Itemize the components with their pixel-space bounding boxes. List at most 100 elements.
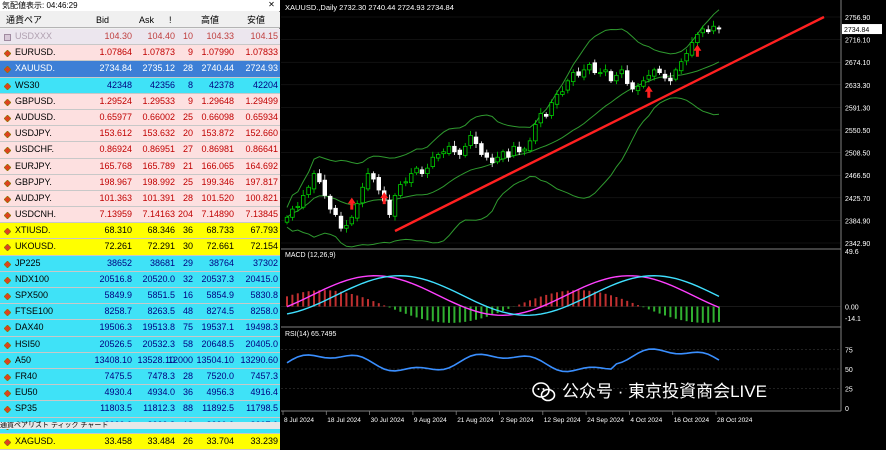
symbol-spread: 12000 — [167, 354, 193, 365]
symbol-row[interactable]: XAGUSD. 33.458 33.484 26 33.704 33.239 — [0, 433, 280, 450]
symbol-row[interactable]: AUDUSD. 0.65977 0.66002 25 0.66098 0.65934 — [0, 109, 280, 127]
symbol-row[interactable]: GBPJPY. 198.967 198.992 25 199.346 197.817 — [0, 174, 280, 191]
symbol-bid: 101.363 — [99, 192, 132, 203]
header-bid[interactable]: Bid — [96, 12, 109, 28]
symbol-name: FTSE100 — [15, 306, 54, 317]
symbol-spread: 20 — [182, 128, 193, 139]
symbol-row[interactable]: EURJPY. 165.768 165.789 21 166.065 164.692 — [0, 158, 280, 175]
candle-body — [333, 207, 338, 215]
symbol-row[interactable]: XTIUSD. 68.310 68.346 36 68.733 67.793 — [0, 223, 280, 240]
header-symbol[interactable]: 通貨ペア — [6, 12, 42, 28]
symbol-name: DAX40 — [15, 322, 44, 333]
price-chart[interactable]: XAUUSD.,Daily 2732.30 2740.44 2724.93 27… — [281, 0, 886, 429]
candle-body — [408, 173, 414, 184]
symbol-row[interactable]: NDX100 20516.8 20520.0 32 20537.3 20415.0 — [0, 271, 280, 288]
header-low[interactable]: 安値 — [247, 12, 265, 28]
symbol-diamond-icon — [3, 82, 12, 90]
symbol-row[interactable]: SP35 11803.5 11812.3 88 11892.5 11798.5 — [0, 401, 280, 418]
symbol-row[interactable]: GBPUSD. 1.29524 1.29533 9 1.29648 1.29499 — [0, 93, 280, 110]
symbol-high: 7520.0 — [206, 370, 234, 381]
symbol-name: JP225 — [15, 257, 41, 268]
symbol-row[interactable]: XAUUSD. 2734.84 2735.12 28 2740.44 2724.93 — [0, 61, 280, 78]
symbol-ask: 0.66002 — [142, 111, 175, 122]
candle-body — [603, 69, 608, 73]
header-ask[interactable]: Ask — [139, 12, 154, 28]
date-label: 24 Sep 2024 — [587, 417, 624, 424]
symbol-low: 1.29499 — [245, 95, 278, 106]
symbol-low: 164.692 — [245, 160, 278, 171]
macd-tick-label: 0.00 — [845, 305, 859, 312]
rsi-tick-label: 75 — [845, 348, 853, 355]
symbol-spread: 21 — [182, 160, 193, 171]
symbol-row[interactable]: HSI50 20526.5 20532.3 58 20648.5 20405.0 — [0, 336, 280, 353]
symbol-row[interactable]: WS30 42348 42356 8 42378 42204 — [0, 77, 280, 94]
candle-body — [527, 140, 533, 152]
symbol-row[interactable]: DAX40 19506.3 19513.8 75 19537.1 19498.3 — [0, 320, 280, 337]
symbol-spread: 75 — [182, 322, 193, 333]
symbol-name: EU50 — [15, 387, 38, 398]
symbol-bid: 19506.3 — [99, 322, 132, 333]
symbol-row[interactable]: FR40 7475.5 7478.3 28 7520.0 7457.3 — [0, 368, 280, 386]
symbol-high: 68.733 — [206, 225, 234, 236]
symbol-ask: 68.346 — [147, 225, 175, 236]
symbol-row[interactable]: USDJPY. 153.612 153.632 20 153.872 152.660 — [0, 126, 280, 143]
candle-body — [338, 215, 344, 229]
candle-body — [581, 69, 587, 78]
candle-body — [290, 208, 295, 218]
symbol-row[interactable]: USDCNH. 7.13959 7.14163 204 7.14890 7.13845 — [0, 207, 280, 224]
symbol-name: WS30 — [15, 79, 40, 90]
symbol-name: NDX100 — [15, 273, 50, 284]
symbol-row[interactable]: AUDJPY. 101.363 101.391 28 101.520 100.821 — [0, 190, 280, 208]
candle-body — [641, 80, 646, 87]
candle-body — [587, 64, 592, 71]
symbol-ask: 1.29533 — [142, 95, 175, 106]
candle-body — [473, 136, 479, 144]
header-high[interactable]: 高値 — [201, 12, 219, 28]
symbol-diamond-icon — [3, 357, 12, 366]
symbol-bid: 2734.84 — [99, 63, 132, 74]
candle-body — [328, 195, 333, 210]
candle-body — [630, 82, 635, 90]
symbol-spread: 25 — [182, 176, 193, 187]
symbol-bid: 1.29524 — [99, 95, 132, 106]
candle-body — [479, 143, 484, 155]
symbol-row[interactable]: EU50 4930.4 4934.0 36 4956.3 4916.4 — [0, 385, 280, 402]
symbol-row[interactable]: FTSE100 8258.7 8263.5 48 8274.5 8258.0 — [0, 304, 280, 321]
symbol-row[interactable]: EURUSD. 1.07864 1.07873 9 1.07990 1.07833 — [0, 45, 280, 62]
price-tick-label: 2550.50 — [845, 128, 870, 135]
symbol-spread: 36 — [182, 225, 193, 236]
close-icon[interactable]: ✕ — [267, 0, 276, 10]
symbol-diamond-icon — [3, 308, 12, 317]
candle-body — [484, 152, 489, 158]
header-spread[interactable]: ! — [169, 12, 172, 28]
price-tick-label: 2756.90 — [845, 15, 870, 22]
symbol-high: 153.872 — [201, 128, 234, 139]
symbol-row[interactable]: JP225 38652 38681 29 38764 37302 — [0, 255, 280, 272]
watermark-text: 公众号 · 東京投資商会LIVE — [562, 382, 767, 401]
symbol-row[interactable]: A50 13408.10 13528.10 12000 13504.10 13290.60 — [0, 352, 280, 369]
symbol-name: EURUSD. — [15, 47, 56, 58]
symbol-high: 13504.10 — [196, 354, 234, 365]
market-watch-title: 気配値表示: 04:46:29 — [0, 0, 280, 11]
candle-body — [435, 154, 441, 159]
candle-body — [392, 195, 398, 217]
symbol-spread: 58 — [182, 338, 193, 349]
candle-body — [635, 85, 641, 92]
symbol-spread: 48 — [182, 306, 193, 317]
symbol-row[interactable]: SPX500 5849.9 5851.5 16 5854.9 5830.8 — [0, 288, 280, 305]
candle-body — [360, 186, 365, 204]
market-watch-tabs[interactable]: 通貨ペアリスト ティック チャート — [0, 422, 280, 429]
candle-body — [457, 149, 462, 155]
symbol-low: 20415.0 — [245, 273, 278, 284]
symbol-ask: 0.86951 — [142, 144, 175, 155]
symbol-bid: 198.967 — [99, 176, 132, 187]
symbol-spread: 204 — [177, 209, 193, 220]
symbol-low: 5830.8 — [250, 290, 278, 300]
symbol-row[interactable]: USDCHF. 0.86924 0.86951 27 0.86981 0.86641 — [0, 142, 280, 159]
symbol-high: 42378 — [208, 79, 234, 90]
symbol-row[interactable]: USDXXX 104.30 104.40 10 104.33 104.15 — [0, 29, 280, 46]
symbol-name: XAUUSD. — [15, 63, 56, 74]
symbol-row[interactable]: UKOUSD. 72.261 72.291 30 72.661 72.154 — [0, 239, 280, 256]
price-tick-label: 2591.30 — [845, 105, 870, 112]
candle-body — [446, 145, 452, 154]
